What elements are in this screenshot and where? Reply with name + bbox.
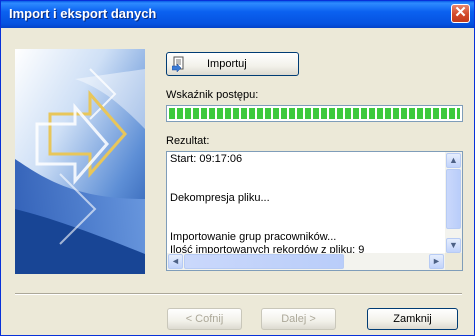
close-button[interactable]: Zamknij xyxy=(367,308,458,330)
progress-bar xyxy=(166,105,463,122)
import-icon xyxy=(172,56,184,72)
result-line xyxy=(170,166,440,179)
back-button[interactable]: < Cofnij xyxy=(167,308,242,330)
progress-bar-fill xyxy=(169,108,460,119)
import-export-dialog: Import i eksport danych ✕ Importuj Wskaź… xyxy=(0,0,475,336)
result-textarea[interactable]: Start: 09:17:06 Dekompresja pliku... Imp… xyxy=(166,151,463,271)
import-button-label: Importuj xyxy=(207,58,247,70)
result-line: Dekompresja pliku... xyxy=(170,192,270,204)
result-line xyxy=(170,205,440,218)
import-button[interactable]: Importuj xyxy=(166,52,299,76)
window-title: Import i eksport danych xyxy=(9,6,157,21)
result-line: Start: 09:17:06 xyxy=(170,153,243,165)
progress-label: Wskaźnik postępu: xyxy=(166,89,259,101)
next-button[interactable]: Dalej > xyxy=(261,308,336,330)
horizontal-scroll-thumb[interactable] xyxy=(184,254,344,269)
close-button-label: Zamknij xyxy=(393,313,432,325)
result-line xyxy=(170,179,440,192)
scroll-right-button[interactable]: ► xyxy=(429,254,444,269)
wizard-side-image xyxy=(15,49,145,274)
wizard-arrows-graphic xyxy=(15,49,145,274)
footer-separator xyxy=(15,293,462,295)
title-bar[interactable]: Import i eksport danych ✕ xyxy=(1,1,474,28)
back-button-label: < Cofnij xyxy=(185,313,224,325)
result-line xyxy=(170,218,440,231)
window-close-button[interactable]: ✕ xyxy=(451,4,470,23)
result-log: Start: 09:17:06 Dekompresja pliku... Imp… xyxy=(170,153,440,257)
close-icon: ✕ xyxy=(454,4,467,21)
result-line: Importowanie grup pracowników... xyxy=(170,231,337,243)
horizontal-scrollbar[interactable]: ◄ ► xyxy=(167,253,445,270)
scroll-left-button[interactable]: ◄ xyxy=(168,254,183,269)
result-label: Rezultat: xyxy=(166,135,210,147)
vertical-scroll-thumb[interactable] xyxy=(446,169,461,229)
next-button-label: Dalej > xyxy=(281,313,316,325)
scroll-down-button[interactable]: ▼ xyxy=(446,238,461,253)
scroll-up-button[interactable]: ▲ xyxy=(446,153,461,168)
vertical-scrollbar[interactable]: ▲ ▼ xyxy=(445,152,462,254)
scrollbar-corner xyxy=(445,253,462,270)
